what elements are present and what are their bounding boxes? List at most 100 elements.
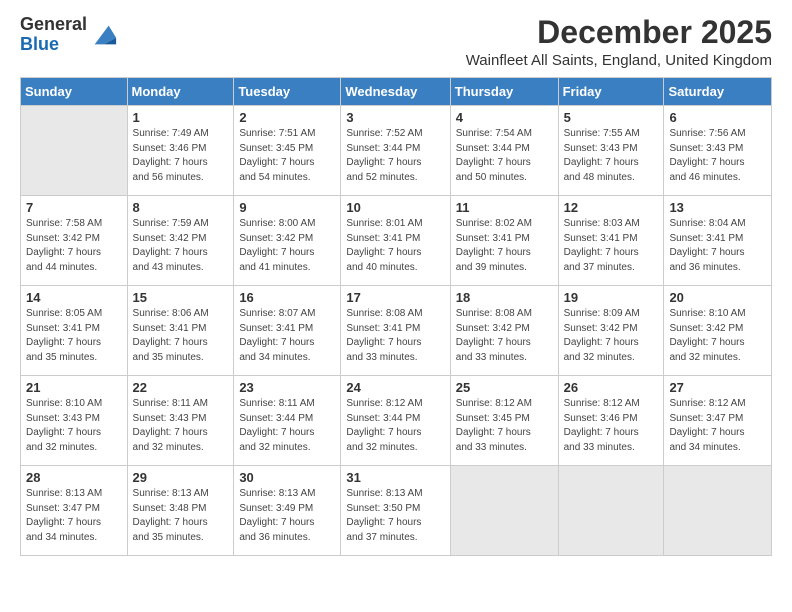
day-info: Sunrise: 8:12 AM Sunset: 3:46 PM Dayligh… [564,397,659,455]
day-info: Sunrise: 8:06 AM Sunset: 3:41 PM Dayligh… [133,307,229,365]
day-number: 22 [133,380,229,395]
table-row: 28 Sunrise: 8:13 AM Sunset: 3:47 PM Dayli… [21,466,128,556]
day-info: Sunrise: 8:07 AM Sunset: 3:41 PM Dayligh… [239,307,335,365]
table-row: 26 Sunrise: 8:12 AM Sunset: 3:46 PM Dayli… [558,376,664,466]
day-number: 1 [133,110,229,125]
day-info: Sunrise: 8:05 AM Sunset: 3:41 PM Dayligh… [26,307,122,365]
table-row: 25Sunrise: 8:12 AM Sunset: 3:45 PM Dayli… [450,376,558,466]
calendar-week-row: 21Sunrise: 8:10 AM Sunset: 3:43 PM Dayli… [21,376,772,466]
calendar-week-row: 14Sunrise: 8:05 AM Sunset: 3:41 PM Dayli… [21,286,772,376]
day-info: Sunrise: 8:10 AM Sunset: 3:42 PM Dayligh… [669,307,766,365]
day-number: 28 [26,470,122,485]
calendar-table: Sunday Monday Tuesday Wednesday Thursday… [20,77,772,556]
day-number: 23 [239,380,335,395]
day-info: Sunrise: 8:13 AM Sunset: 3:47 PM Dayligh… [26,487,122,545]
table-row: 10Sunrise: 8:01 AM Sunset: 3:41 PM Dayli… [341,196,450,286]
location-subtitle: Wainfleet All Saints, England, United Ki… [466,52,772,69]
day-info: Sunrise: 7:54 AM Sunset: 3:44 PM Dayligh… [456,127,553,185]
table-row: 22 Sunrise: 8:11 AM Sunset: 3:43 PM Dayli… [127,376,234,466]
col-monday: Monday [127,78,234,106]
day-number: 18 [456,290,553,305]
day-number: 21 [26,380,122,395]
table-row: 23 Sunrise: 8:11 AM Sunset: 3:44 PM Dayli… [234,376,341,466]
table-row: 5 Sunrise: 7:55 AM Sunset: 3:43 PM Daylig… [558,106,664,196]
day-info: Sunrise: 7:55 AM Sunset: 3:43 PM Dayligh… [564,127,659,185]
day-number: 3 [346,110,444,125]
calendar-week-row: 7Sunrise: 7:58 AM Sunset: 3:42 PM Daylig… [21,196,772,286]
day-number: 24 [346,380,444,395]
day-number: 26 [564,380,659,395]
table-row: 1 Sunrise: 7:49 AM Sunset: 3:46 PM Daylig… [127,106,234,196]
table-row: 18 Sunrise: 8:08 AM Sunset: 3:42 PM Dayli… [450,286,558,376]
day-number: 7 [26,200,122,215]
table-row: 15 Sunrise: 8:06 AM Sunset: 3:41 PM Dayli… [127,286,234,376]
day-info: Sunrise: 8:09 AM Sunset: 3:42 PM Dayligh… [564,307,659,365]
day-info: Sunrise: 8:00 AM Sunset: 3:42 PM Dayligh… [239,217,335,275]
day-info: Sunrise: 8:12 AM Sunset: 3:44 PM Dayligh… [346,397,444,455]
table-row: 16 Sunrise: 8:07 AM Sunset: 3:41 PM Dayli… [234,286,341,376]
col-wednesday: Wednesday [341,78,450,106]
day-info: Sunrise: 8:04 AM Sunset: 3:41 PM Dayligh… [669,217,766,275]
day-number: 8 [133,200,229,215]
col-sunday: Sunday [21,78,128,106]
day-info: Sunrise: 7:52 AM Sunset: 3:44 PM Dayligh… [346,127,444,185]
day-info: Sunrise: 8:08 AM Sunset: 3:42 PM Dayligh… [456,307,553,365]
logo: General Blue [20,15,118,55]
header: General Blue December 2025 Wainfleet All… [20,15,772,69]
table-row: 14Sunrise: 8:05 AM Sunset: 3:41 PM Dayli… [21,286,128,376]
table-row: 3 Sunrise: 7:52 AM Sunset: 3:44 PM Daylig… [341,106,450,196]
table-row: 7Sunrise: 7:58 AM Sunset: 3:42 PM Daylig… [21,196,128,286]
day-number: 16 [239,290,335,305]
table-row [450,466,558,556]
table-row: 19 Sunrise: 8:09 AM Sunset: 3:42 PM Dayli… [558,286,664,376]
logo-text: General Blue [20,15,87,55]
table-row: 31Sunrise: 8:13 AM Sunset: 3:50 PM Dayli… [341,466,450,556]
table-row: 11 Sunrise: 8:02 AM Sunset: 3:41 PM Dayli… [450,196,558,286]
table-row: 2 Sunrise: 7:51 AM Sunset: 3:45 PM Daylig… [234,106,341,196]
day-info: Sunrise: 7:56 AM Sunset: 3:43 PM Dayligh… [669,127,766,185]
col-tuesday: Tuesday [234,78,341,106]
table-row: 6Sunrise: 7:56 AM Sunset: 3:43 PM Daylig… [664,106,772,196]
day-number: 10 [346,200,444,215]
day-number: 20 [669,290,766,305]
table-row: 12Sunrise: 8:03 AM Sunset: 3:41 PM Dayli… [558,196,664,286]
table-row: 27 Sunrise: 8:12 AM Sunset: 3:47 PM Dayli… [664,376,772,466]
day-number: 2 [239,110,335,125]
day-number: 15 [133,290,229,305]
table-row: 20 Sunrise: 8:10 AM Sunset: 3:42 PM Dayli… [664,286,772,376]
table-row [21,106,128,196]
day-number: 27 [669,380,766,395]
page: General Blue December 2025 Wainfleet All… [0,0,792,612]
day-info: Sunrise: 8:12 AM Sunset: 3:45 PM Dayligh… [456,397,553,455]
table-row: 17 Sunrise: 8:08 AM Sunset: 3:41 PM Dayli… [341,286,450,376]
day-number: 30 [239,470,335,485]
day-info: Sunrise: 8:02 AM Sunset: 3:41 PM Dayligh… [456,217,553,275]
calendar-header-row: Sunday Monday Tuesday Wednesday Thursday… [21,78,772,106]
day-info: Sunrise: 8:13 AM Sunset: 3:48 PM Dayligh… [133,487,229,545]
table-row: 21Sunrise: 8:10 AM Sunset: 3:43 PM Dayli… [21,376,128,466]
day-number: 19 [564,290,659,305]
day-info: Sunrise: 8:08 AM Sunset: 3:41 PM Dayligh… [346,307,444,365]
day-number: 31 [346,470,444,485]
title-section: December 2025 Wainfleet All Saints, Engl… [466,15,772,69]
table-row [558,466,664,556]
col-friday: Friday [558,78,664,106]
month-title: December 2025 [466,15,772,50]
table-row: 29Sunrise: 8:13 AM Sunset: 3:48 PM Dayli… [127,466,234,556]
day-info: Sunrise: 7:49 AM Sunset: 3:46 PM Dayligh… [133,127,229,185]
day-info: Sunrise: 7:51 AM Sunset: 3:45 PM Dayligh… [239,127,335,185]
day-info: Sunrise: 8:11 AM Sunset: 3:43 PM Dayligh… [133,397,229,455]
day-number: 13 [669,200,766,215]
table-row: 24 Sunrise: 8:12 AM Sunset: 3:44 PM Dayli… [341,376,450,466]
day-number: 9 [239,200,335,215]
col-thursday: Thursday [450,78,558,106]
col-saturday: Saturday [664,78,772,106]
day-number: 11 [456,200,553,215]
day-number: 17 [346,290,444,305]
day-info: Sunrise: 8:11 AM Sunset: 3:44 PM Dayligh… [239,397,335,455]
table-row: 4Sunrise: 7:54 AM Sunset: 3:44 PM Daylig… [450,106,558,196]
table-row: 30 Sunrise: 8:13 AM Sunset: 3:49 PM Dayli… [234,466,341,556]
day-info: Sunrise: 8:13 AM Sunset: 3:49 PM Dayligh… [239,487,335,545]
day-info: Sunrise: 8:12 AM Sunset: 3:47 PM Dayligh… [669,397,766,455]
day-number: 5 [564,110,659,125]
